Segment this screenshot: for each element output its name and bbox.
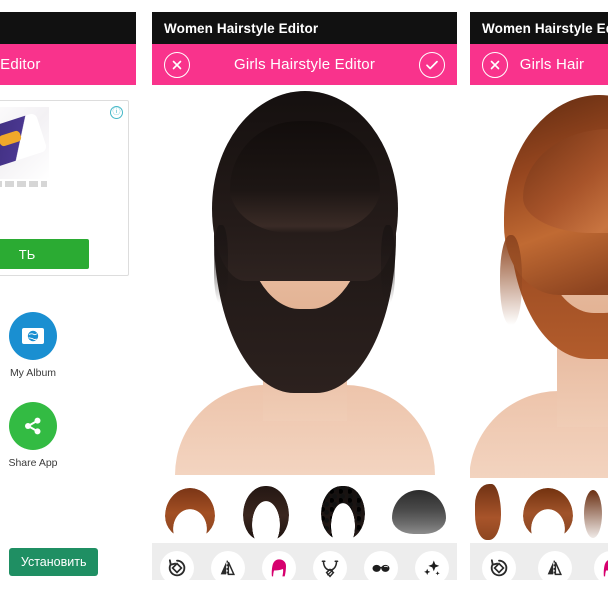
editor-toolbar-right[interactable] xyxy=(470,543,608,580)
rotate-reset-icon[interactable] xyxy=(482,550,516,580)
flip-horizontal-icon[interactable] xyxy=(211,550,246,580)
ad-info-icon[interactable]: ⓘ xyxy=(110,106,123,119)
check-circle-icon[interactable] xyxy=(419,51,445,78)
photo-album-icon xyxy=(9,312,57,360)
status-bar-middle: Women Hairstyle Editor xyxy=(152,12,457,44)
promo-install-button[interactable]: Установить xyxy=(8,548,99,576)
shortcut-my-album[interactable]: My Album xyxy=(0,312,76,379)
ad-caption-placeholder xyxy=(0,181,47,187)
hair-fringe xyxy=(229,121,380,233)
status-bar-right: Women Hairstyle Ed xyxy=(470,12,608,44)
ad-card[interactable]: ⓘ ТЬ xyxy=(0,100,129,276)
shortcut-share-app[interactable]: Share App xyxy=(0,402,76,469)
status-bar-title-right: Women Hairstyle Ed xyxy=(482,20,608,36)
close-circle-icon[interactable] xyxy=(164,51,190,78)
hairstyle-thumb[interactable] xyxy=(391,482,447,540)
shortcut-label-1: My Album xyxy=(9,367,57,379)
flip-horizontal-icon[interactable] xyxy=(538,550,572,580)
app-bar-middle: Girls Hairstyle Editor xyxy=(152,44,457,85)
home-shortcut-grid: My Album s xyxy=(0,312,136,492)
share-icon xyxy=(9,402,57,450)
app-bar-title-left: yle Editor xyxy=(0,56,41,73)
necklace-icon[interactable] xyxy=(312,550,347,580)
app-bar-right: Girls Hair xyxy=(470,44,608,85)
hairstyle-thumb[interactable] xyxy=(523,482,574,540)
promo-text: тиции xyxy=(0,555,1,569)
hairstyle-thumb[interactable] xyxy=(584,482,608,540)
hair-strand-left xyxy=(214,225,228,303)
app-screenshot-left: yle Editor ⓘ ТЬ xyxy=(0,12,136,580)
portrait-photo-right xyxy=(470,85,608,478)
hairstyle-thumbnail-strip-right[interactable] xyxy=(470,478,608,540)
editor-toolbar-middle[interactable] xyxy=(152,543,457,580)
hairstyle-thumb[interactable] xyxy=(315,482,371,540)
hair-color-icon[interactable] xyxy=(262,550,297,580)
hair-color-icon[interactable] xyxy=(594,550,608,580)
sunglasses-icon[interactable] xyxy=(363,550,398,580)
ad-install-button[interactable]: ТЬ xyxy=(0,239,89,269)
photo-canvas-middle[interactable] xyxy=(152,85,457,478)
status-bar-left xyxy=(0,12,136,44)
screenshot-collage: yle Editor ⓘ ТЬ xyxy=(0,0,608,608)
app-bar-title-middle: Girls Hairstyle Editor xyxy=(233,56,376,73)
portrait-photo-middle xyxy=(152,85,457,478)
promo-bar: тиции Установить xyxy=(0,542,136,580)
hairstyle-thumb[interactable] xyxy=(162,482,218,540)
shortcut-label-3: Share App xyxy=(8,457,58,469)
app-bar-title-right: Girls Hair xyxy=(519,56,585,73)
hairstyle-thumb[interactable] xyxy=(238,482,294,540)
rotate-reset-icon[interactable] xyxy=(160,550,195,580)
sparkle-effects-icon[interactable] xyxy=(414,550,449,580)
ad-thumbnail xyxy=(0,107,49,179)
hair-strand-left xyxy=(500,235,522,325)
status-bar-title-middle: Women Hairstyle Editor xyxy=(164,20,319,36)
home-shortcut-row: s Share App xyxy=(0,402,136,492)
app-bar-left: yle Editor xyxy=(0,44,136,85)
hairstyle-thumbnail-strip-middle[interactable] xyxy=(152,478,457,540)
hairstyle-thumb[interactable] xyxy=(472,482,510,540)
photo-canvas-right[interactable] xyxy=(470,85,608,478)
close-circle-icon[interactable] xyxy=(482,51,508,78)
app-screenshot-middle: Women Hairstyle Editor Girls Hairstyle E… xyxy=(152,12,457,580)
app-screenshot-right: Women Hairstyle Ed Girls Hair xyxy=(470,12,608,580)
hair-strand-right xyxy=(381,225,395,303)
home-shortcut-row: My Album xyxy=(0,312,136,402)
